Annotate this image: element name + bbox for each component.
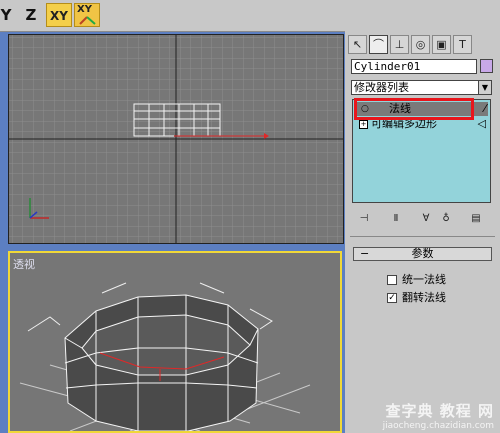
configure-sets-icon[interactable]: ▤: [468, 212, 484, 226]
unify-normals-checkbox[interactable]: [387, 275, 397, 285]
xy-plane-toggle-button[interactable]: XY: [74, 3, 100, 27]
xy-toggle-arrows-icon: [79, 16, 96, 25]
modifier-arrow-icon: ◁: [477, 117, 486, 130]
modifier-list-label: 修改器列表: [354, 81, 409, 94]
watermark: 查字典 教程 网 jiaocheng.chazidian.com: [383, 400, 494, 431]
main-toolbar: Y Z XY XY: [0, 0, 500, 32]
modifier-arrow-icon: ⁄: [484, 102, 486, 115]
flip-normals-label: 翻转法线: [402, 291, 446, 304]
hierarchy-tab-icon[interactable]: ⊥: [390, 35, 409, 54]
z-axis-constraint-button[interactable]: Z: [20, 3, 42, 27]
chevron-down-icon[interactable]: ▼: [478, 81, 491, 94]
display-tab-icon[interactable]: ▣: [432, 35, 451, 54]
modifier-list-dropdown[interactable]: 修改器列表 ▼: [351, 80, 492, 95]
xy-plane-constraint-button[interactable]: XY: [46, 3, 72, 27]
cylinder-top-view: [133, 103, 269, 139]
watermark-url: jiaocheng.chazidian.com: [382, 421, 494, 431]
unify-normals-label: 统一法线: [402, 273, 446, 286]
watermark-title: 查字典 教程 网: [385, 402, 494, 420]
highlight-box: [354, 98, 474, 120]
make-unique-icon[interactable]: ∀: [418, 212, 434, 226]
params-title: 参数: [411, 247, 434, 260]
create-tab-icon[interactable]: ↖: [348, 35, 367, 54]
flip-normals-checkbox[interactable]: ✓: [387, 293, 397, 303]
expand-icon[interactable]: +: [359, 120, 368, 129]
modify-tab-icon[interactable]: ⌒: [369, 35, 388, 54]
collapse-icon: −: [360, 247, 370, 260]
pin-stack-icon[interactable]: ⊣: [356, 212, 372, 226]
top-view-axis-icon: [29, 198, 49, 219]
divider: [350, 236, 495, 237]
motion-tab-icon[interactable]: ◎: [411, 35, 430, 54]
object-color-swatch[interactable]: [480, 59, 493, 73]
y-axis-constraint-button[interactable]: Y: [0, 3, 12, 27]
remove-modifier-icon[interactable]: ♁: [438, 212, 454, 226]
top-viewport[interactable]: [8, 34, 344, 244]
perspective-viewport[interactable]: 透视: [8, 251, 342, 433]
object-name-field[interactable]: Cylinder01: [351, 59, 477, 74]
params-rollout-header[interactable]: − 参数: [353, 247, 492, 261]
perspective-scene: [19, 282, 311, 431]
utilities-tab-icon[interactable]: T: [453, 35, 472, 54]
show-end-result-icon[interactable]: Ⅱ: [388, 212, 404, 226]
